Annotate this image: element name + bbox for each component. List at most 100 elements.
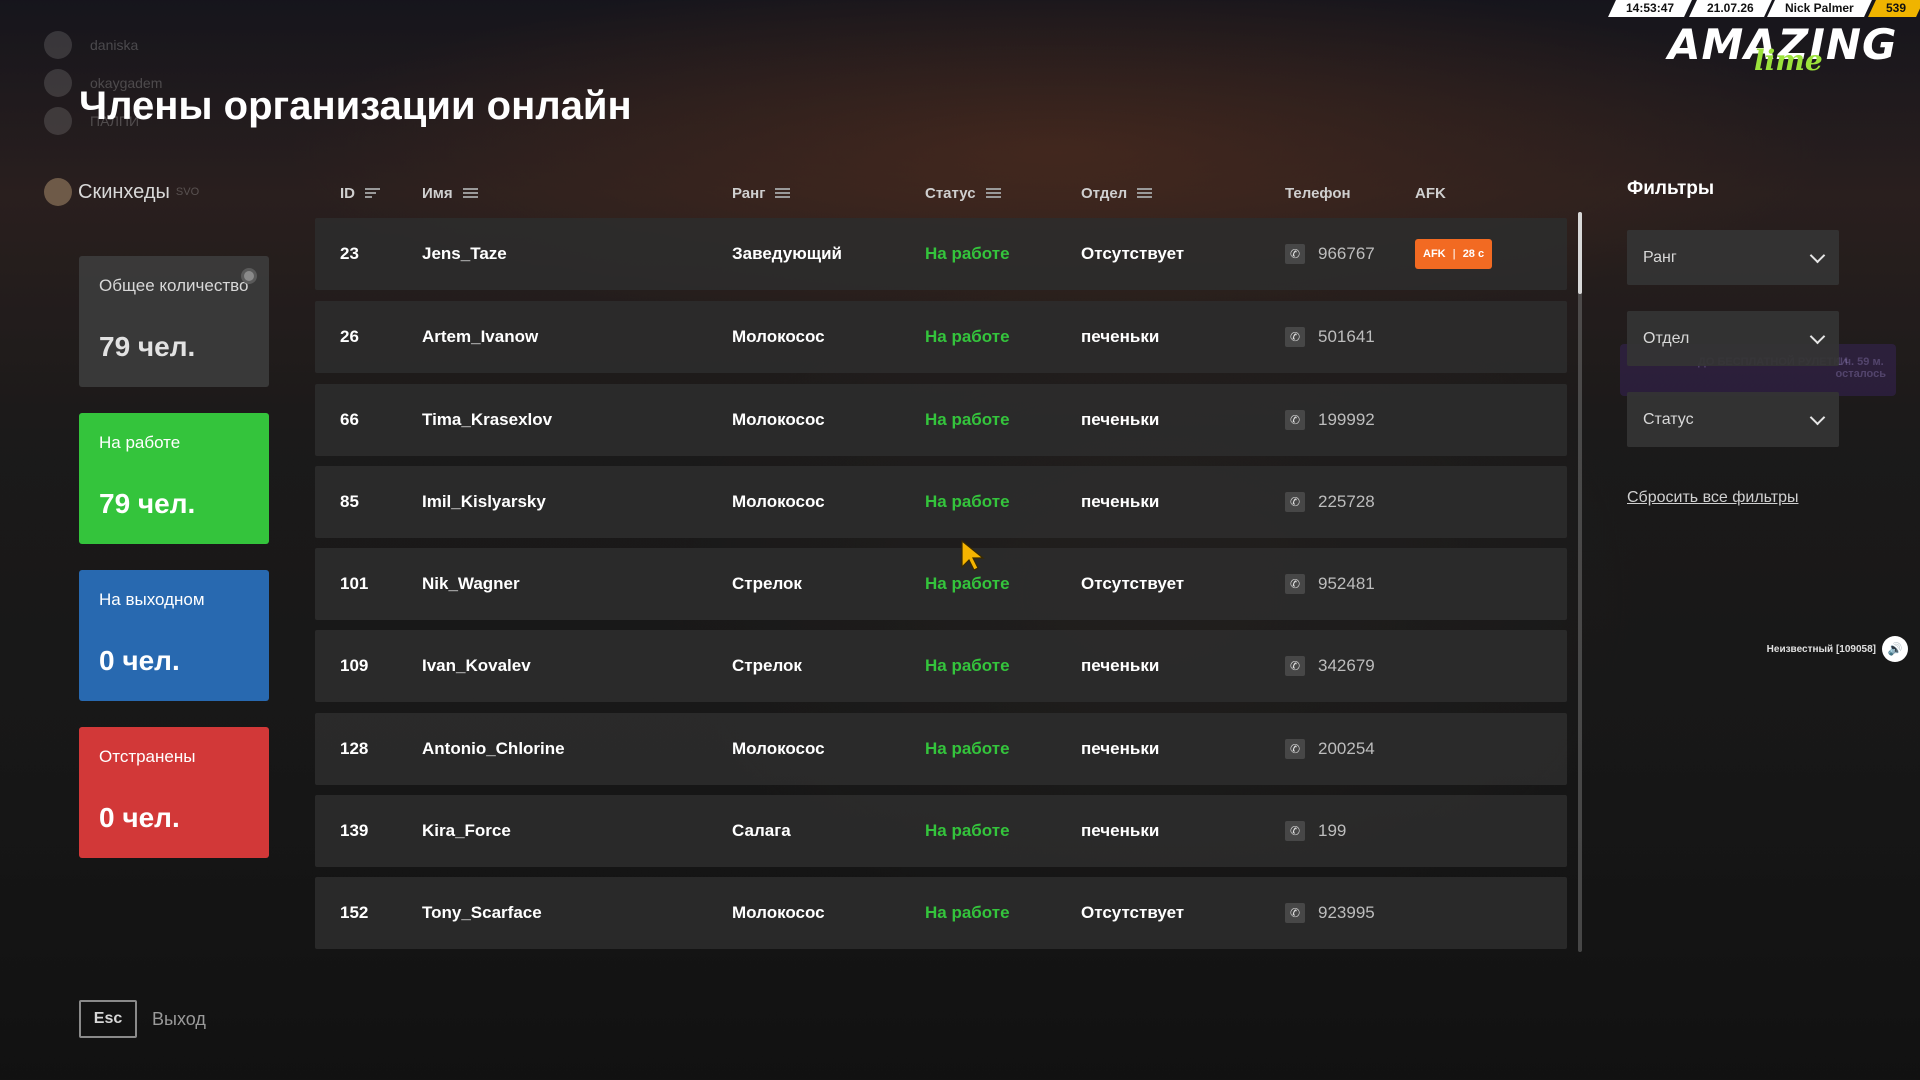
stat-label: Отстранены (99, 747, 196, 766)
table-row[interactable]: 66 Tima_Krasexlov Молокосос На работе пе… (315, 384, 1567, 456)
member-status: На работе (925, 739, 1010, 758)
member-dept: печеньки (1081, 327, 1160, 346)
member-phone[interactable]: ✆ 966767 (1285, 218, 1375, 290)
speaker-icon[interactable]: 🔊 (1882, 636, 1908, 662)
member-phone[interactable]: ✆ 342679 (1285, 630, 1375, 702)
member-id: 128 (340, 739, 369, 758)
exit-control[interactable]: Esc Выход (79, 1000, 206, 1038)
member-phone[interactable]: ✆ 923995 (1285, 877, 1375, 949)
member-dept: печеньки (1081, 656, 1160, 675)
chevron-down-icon (1809, 247, 1826, 263)
member-rank: Молокосос (732, 410, 825, 429)
chat-avatar (44, 107, 72, 135)
member-afk: AFK | 28 с (1415, 218, 1493, 290)
filter-status-dropdown[interactable]: Статус (1627, 392, 1839, 447)
phone-icon: ✆ (1285, 492, 1305, 512)
phone-icon: ✆ (1285, 574, 1305, 594)
voice-indicator: Неизвестный [109058] 🔊 (1767, 636, 1908, 662)
dropdown-label: Отдел (1643, 329, 1690, 347)
chevron-down-icon (1809, 409, 1826, 425)
dropdown-label: Статус (1643, 410, 1694, 428)
reset-filters-link[interactable]: Сбросить все фильтры (1627, 489, 1798, 507)
member-id: 109 (340, 656, 369, 675)
menu-icon[interactable] (462, 188, 478, 199)
member-id: 26 (340, 327, 359, 346)
phone-icon: ✆ (1285, 903, 1305, 923)
member-phone[interactable]: ✆ 199992 (1285, 384, 1375, 456)
stat-card-suspended[interactable]: Отстранены 0 чел. (79, 727, 269, 858)
member-status: На работе (925, 410, 1010, 429)
hud-player: Nick Palmer (1767, 0, 1872, 17)
member-phone[interactable]: ✆ 501641 (1285, 301, 1375, 373)
esc-key-button[interactable]: Esc (79, 1000, 137, 1038)
member-name: Tima_Krasexlov (422, 410, 553, 429)
member-status: На работе (925, 903, 1010, 922)
table-row[interactable]: 128 Antonio_Chlorine Молокосос На работе… (315, 713, 1567, 785)
member-id: 139 (340, 821, 369, 840)
table-row[interactable]: 26 Artem_Ivanow Молокосос На работе пече… (315, 301, 1567, 373)
chat-avatar (44, 31, 72, 59)
member-dept: Отсутствует (1081, 574, 1185, 593)
column-header-phone: Телефон (1285, 185, 1351, 202)
member-rank: Салага (732, 821, 791, 840)
member-name: Jens_Taze (422, 244, 507, 263)
member-name: Artem_Ivanow (422, 327, 539, 346)
voice-speaker-name: Неизвестный [109058] (1766, 643, 1876, 655)
column-header-status[interactable]: Статус (925, 185, 1001, 202)
menu-icon[interactable] (775, 188, 791, 199)
member-name: Antonio_Chlorine (422, 739, 565, 758)
sort-icon[interactable] (365, 188, 380, 199)
chevron-down-icon (1809, 328, 1826, 344)
hud-time: 14:53:47 (1608, 0, 1693, 17)
column-header-id[interactable]: ID (340, 185, 380, 202)
amazing-logo: AMAZING lime (1668, 22, 1898, 82)
member-rank: Заведующий (732, 244, 843, 263)
member-status: На работе (925, 656, 1010, 675)
chat-avatar (44, 69, 72, 97)
member-status: На работе (925, 327, 1010, 346)
member-dept: печеньки (1081, 492, 1160, 511)
member-rank: Молокосос (732, 739, 825, 758)
hud-id: 539 (1868, 0, 1920, 17)
stat-card-working[interactable]: На работе 79 чел. (79, 413, 269, 544)
member-phone[interactable]: ✆ 952481 (1285, 548, 1375, 620)
table-row[interactable]: 85 Imil_Kislyarsky Молокосос На работе п… (315, 466, 1567, 538)
table-scrollbar[interactable] (1578, 212, 1582, 952)
scrollbar-thumb[interactable] (1578, 212, 1582, 294)
table-row[interactable]: 109 Ivan_Kovalev Стрелок На работе печен… (315, 630, 1567, 702)
page-title: Члены организации онлайн (79, 84, 632, 128)
menu-icon[interactable] (985, 188, 1001, 199)
member-id: 152 (340, 903, 369, 922)
column-header-rank[interactable]: Ранг (732, 185, 791, 202)
member-rank: Стрелок (732, 574, 802, 593)
table-row[interactable]: 152 Tony_Scarface Молокосос На работе От… (315, 877, 1567, 949)
member-status: На работе (925, 244, 1010, 263)
member-rank: Молокосос (732, 492, 825, 511)
exit-label[interactable]: Выход (152, 1009, 206, 1030)
hud-bar: 14:53:47 21.07.26 Nick Palmer 539 (1608, 0, 1920, 17)
table-header: ID Имя Ранг Статус Отдел Телефон AFK (315, 185, 1567, 209)
filter-dept-dropdown[interactable]: Отдел (1627, 311, 1839, 366)
phone-icon: ✆ (1285, 821, 1305, 841)
column-header-name[interactable]: Имя (422, 185, 478, 202)
member-phone[interactable]: ✆ 200254 (1285, 713, 1375, 785)
column-header-dept[interactable]: Отдел (1081, 185, 1153, 202)
menu-icon[interactable] (1137, 188, 1153, 199)
filter-rank-dropdown[interactable]: Ранг (1627, 230, 1839, 285)
table-row[interactable]: 101 Nik_Wagner Стрелок На работе Отсутст… (315, 548, 1567, 620)
member-phone[interactable]: ✆ 225728 (1285, 466, 1375, 538)
phone-icon: ✆ (1285, 327, 1305, 347)
avatar (44, 178, 72, 206)
member-dept: печеньки (1081, 821, 1160, 840)
table-row[interactable]: 139 Kira_Force Салага На работе печеньки… (315, 795, 1567, 867)
member-phone[interactable]: ✆ 199 (1285, 795, 1346, 867)
member-id: 101 (340, 574, 369, 593)
table-row[interactable]: 23 Jens_Taze Заведующий На работе Отсутс… (315, 218, 1567, 290)
stat-card-total: Общее количество 79 чел. (79, 256, 269, 387)
member-rank: Молокосос (732, 903, 825, 922)
chat-line: daniska (44, 26, 162, 64)
member-id: 85 (340, 492, 359, 511)
stat-label: На выходном (99, 590, 205, 609)
member-id: 66 (340, 410, 359, 429)
stat-card-off-duty[interactable]: На выходном 0 чел. (79, 570, 269, 701)
